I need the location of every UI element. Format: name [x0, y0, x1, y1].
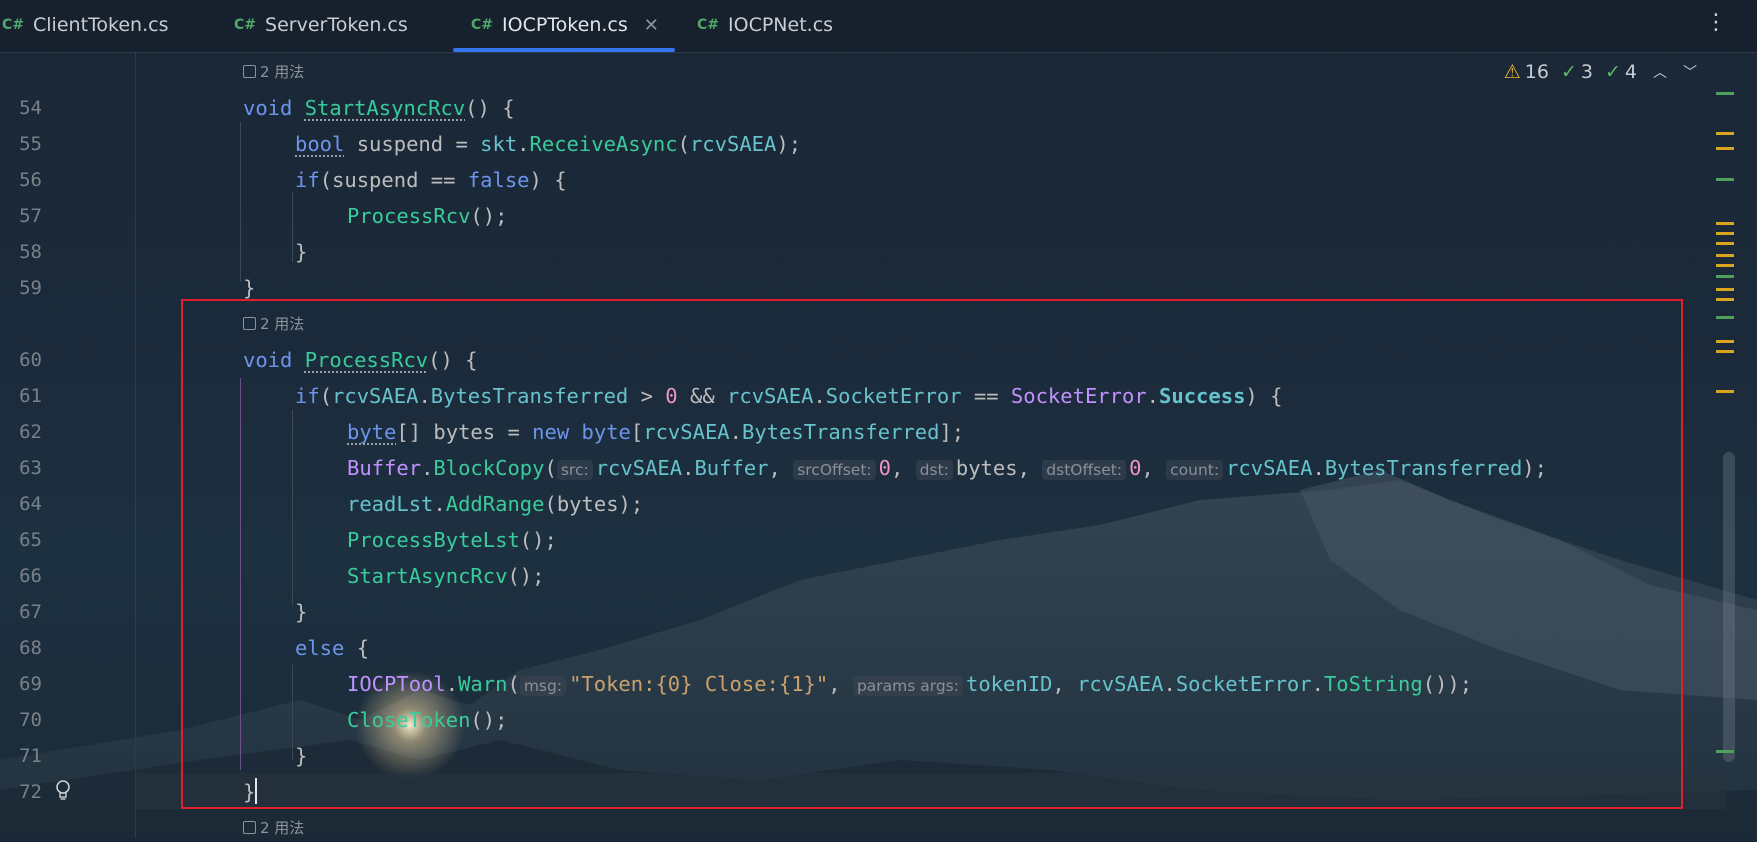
indent-guide	[292, 192, 293, 262]
vertical-scrollbar[interactable]	[1723, 452, 1735, 762]
lightbulb-icon[interactable]	[55, 780, 71, 802]
indent-guide	[240, 122, 241, 282]
next-issue-icon[interactable]: ﹀	[1683, 62, 1697, 82]
code-line-57[interactable]: ProcessRcv();	[347, 198, 507, 234]
line-number: 54	[19, 97, 42, 119]
line-number: 66	[19, 565, 42, 587]
previous-issue-icon[interactable]: ︿	[1653, 62, 1667, 82]
highlight-box	[181, 299, 1683, 809]
line-number: 65	[19, 529, 42, 551]
more-tabs-icon[interactable]: ⋮	[1705, 10, 1727, 35]
warning-icon: ⚠	[1503, 61, 1521, 83]
line-number: 71	[19, 745, 42, 767]
tab-iocp-net[interactable]: C# IOCPNet.cs	[697, 0, 833, 50]
line-number: 64	[19, 493, 42, 515]
line-number: 63	[19, 457, 42, 479]
tab-server-token[interactable]: C# ServerToken.cs	[234, 0, 408, 50]
csharp-file-icon: C#	[697, 17, 720, 33]
warning-count: 16	[1524, 61, 1549, 83]
tab-iocp-token[interactable]: C# IOCPToken.cs ✕	[453, 0, 675, 52]
check-icon: ✓	[1560, 61, 1577, 83]
typo-count: 4	[1624, 61, 1637, 83]
tab-client-token[interactable]: C# ClientToken.cs	[2, 0, 168, 50]
gutter-divider	[135, 52, 136, 838]
tab-label: ClientToken.cs	[33, 14, 169, 36]
tab-label: ServerToken.cs	[265, 14, 408, 36]
line-number: 56	[19, 169, 42, 191]
line-number: 68	[19, 637, 42, 659]
tab-label: IOCPNet.cs	[728, 14, 834, 36]
csharp-file-icon: C#	[234, 17, 257, 33]
line-number: 60	[19, 349, 42, 371]
editor-tab-bar: C# ClientToken.cs C# ServerToken.cs C# I…	[0, 0, 1757, 53]
line-number: 70	[19, 709, 42, 731]
tab-label: IOCPToken.cs	[502, 14, 628, 36]
line-number: 55	[19, 133, 42, 155]
code-line-54[interactable]: void StartAsyncRcv() {	[243, 90, 515, 126]
usage-icon	[243, 821, 256, 834]
line-number: 72	[19, 781, 42, 803]
line-number: 61	[19, 385, 42, 407]
csharp-file-icon: C#	[2, 17, 25, 33]
code-line-55[interactable]: bool suspend = skt.ReceiveAsync(rcvSAEA)…	[295, 126, 801, 162]
line-number: 58	[19, 241, 42, 263]
inspection-widget[interactable]: ⚠ 16 ✓ 3 ✓ 4 ︿ ﹀	[1504, 58, 1697, 86]
usage-hint[interactable]: 2 用法	[243, 58, 304, 86]
close-tab-icon[interactable]: ✕	[644, 15, 659, 36]
line-number: 57	[19, 205, 42, 227]
line-number: 67	[19, 601, 42, 623]
typo-check-icon: ✓	[1604, 61, 1621, 83]
csharp-file-icon: C#	[471, 17, 494, 33]
usage-icon	[243, 65, 256, 78]
line-number: 59	[19, 277, 42, 299]
code-line-56[interactable]: if(suspend == false) {	[295, 162, 567, 198]
code-line-58[interactable]: }	[295, 234, 307, 270]
ok-count: 3	[1580, 61, 1593, 83]
line-number: 69	[19, 673, 42, 695]
line-number: 62	[19, 421, 42, 443]
